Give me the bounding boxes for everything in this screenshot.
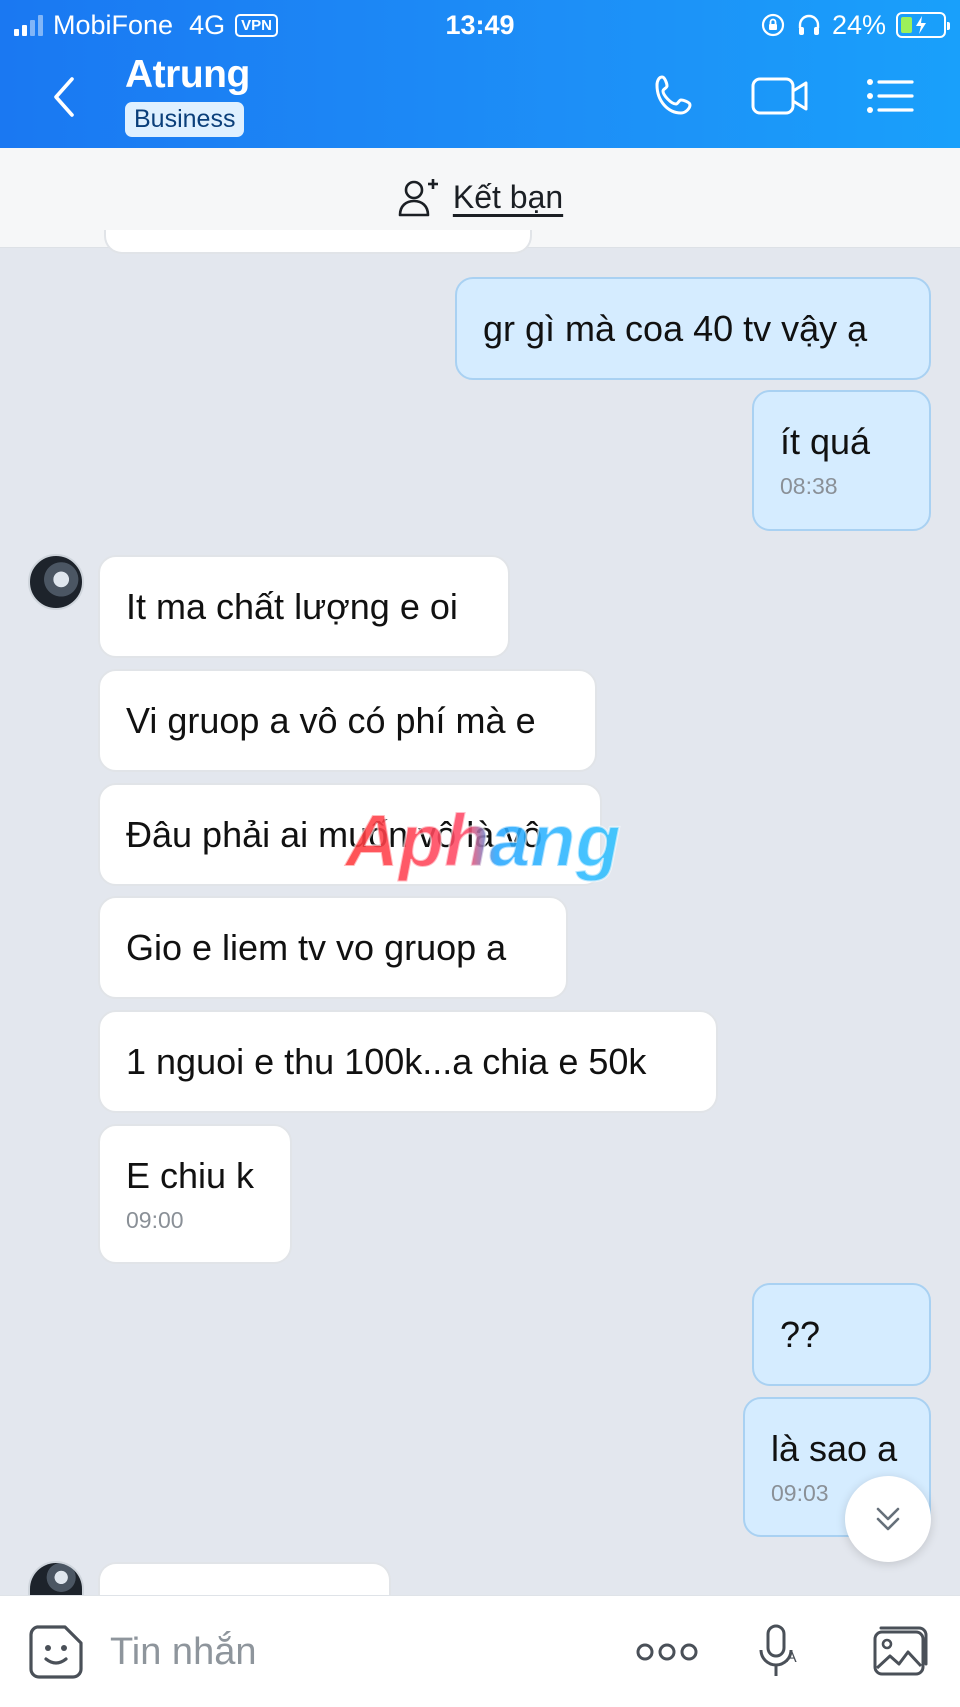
message-text: Vi gruop a vô có phí mà e	[126, 700, 536, 741]
message-text: Đâu phải ai muốn vô là vô	[126, 814, 543, 855]
contact-name: Atrung	[125, 53, 250, 96]
add-friend-icon	[398, 178, 438, 216]
avatar[interactable]	[28, 554, 84, 610]
status-left: MobiFone 4G VPN	[14, 8, 278, 42]
business-badge: Business	[125, 102, 245, 137]
more-options-button[interactable]	[633, 1618, 701, 1686]
previous-message-bubble[interactable]	[104, 230, 532, 254]
emoji-sticker-icon	[29, 1625, 83, 1679]
message-input[interactable]	[110, 1622, 610, 1682]
vpn-badge: VPN	[235, 13, 278, 37]
back-button[interactable]	[44, 72, 84, 122]
emoji-button[interactable]	[22, 1618, 90, 1686]
message-time: 09:00	[126, 1207, 184, 1233]
next-message-bubble[interactable]	[98, 1562, 391, 1595]
more-options-icon	[636, 1643, 698, 1661]
chat-header: MobiFone 4G VPN 13:49 24% Atrung Busines…	[0, 0, 960, 148]
message-text: 1 nguoi e thu 100k...a chia e 50k	[126, 1041, 647, 1082]
network-type: 4G	[189, 9, 226, 40]
voice-to-text-icon: A	[759, 1624, 797, 1676]
message-text: gr gì mà coa 40 tv vậy ạ	[483, 308, 868, 349]
message-bubble-incoming[interactable]: Gio e liem tv vo gruop a	[98, 896, 568, 999]
double-chevron-down-icon	[876, 1507, 900, 1531]
message-bubble-outgoing[interactable]: gr gì mà coa 40 tv vậy ạ	[455, 277, 931, 380]
message-bubble-outgoing[interactable]: ??	[752, 1283, 931, 1386]
image-gallery-icon	[873, 1626, 928, 1676]
menu-list-icon	[867, 79, 914, 113]
orientation-lock-icon	[761, 13, 785, 37]
status-right: 24%	[760, 8, 950, 42]
phone-icon	[655, 75, 692, 115]
voice-to-text-button[interactable]: A	[746, 1618, 814, 1686]
svg-text:A: A	[786, 1649, 797, 1666]
message-text: ??	[780, 1314, 821, 1355]
video-call-icon	[751, 77, 808, 115]
message-input-bar: A	[0, 1595, 960, 1707]
message-text: It ma chất lượng e oi	[126, 586, 458, 627]
clock: 13:49	[445, 9, 515, 40]
avatar[interactable]	[28, 1561, 84, 1595]
voice-call-button[interactable]	[645, 66, 705, 126]
battery-percent: 24%	[831, 9, 886, 40]
message-bubble-incoming[interactable]: Vi gruop a vô có phí mà e	[98, 669, 597, 772]
carrier-name: MobiFone	[53, 9, 174, 40]
message-bubble-outgoing[interactable]: ít quá 08:38	[752, 390, 931, 531]
message-text: Gio e liem tv vo gruop a	[126, 927, 507, 968]
back-icon	[54, 77, 74, 117]
battery-icon	[896, 12, 950, 38]
video-call-button[interactable]	[750, 66, 810, 126]
message-bubble-incoming[interactable]: E chiu k 09:00	[98, 1124, 292, 1264]
message-time: 08:38	[780, 473, 838, 499]
add-friend-label: Kết bạn	[452, 179, 564, 215]
message-text: là sao a	[771, 1428, 898, 1469]
message-bubble-incoming[interactable]: Đâu phải ai muốn vô là vô	[98, 783, 602, 886]
contact-title[interactable]: Atrung Business	[125, 52, 250, 137]
message-bubble-incoming[interactable]: 1 nguoi e thu 100k...a chia e 50k	[98, 1010, 718, 1113]
headphones-icon	[798, 14, 820, 35]
message-text: ít quá	[780, 421, 871, 462]
chat-menu-button[interactable]	[860, 66, 920, 126]
message-text: E chiu k	[126, 1155, 255, 1196]
image-gallery-button[interactable]	[866, 1618, 934, 1686]
signal-icon	[14, 14, 43, 36]
message-bubble-incoming[interactable]: It ma chất lượng e oi	[98, 555, 510, 658]
scroll-to-bottom-button[interactable]	[845, 1476, 931, 1562]
